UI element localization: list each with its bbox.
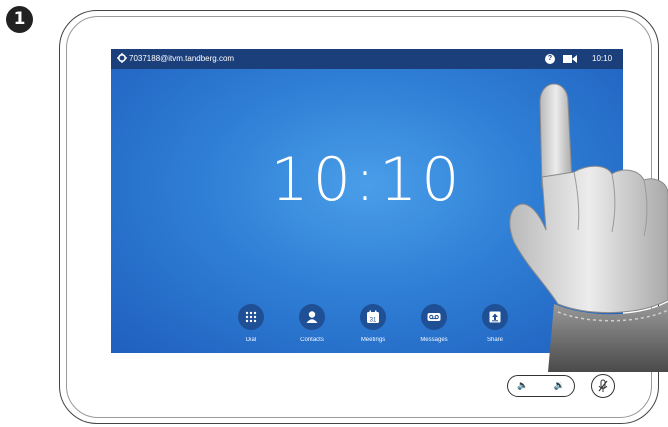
dock-label: Dial bbox=[245, 337, 257, 343]
status-bar: 7037188@itvm.tandberg.com ? 10:10 bbox=[111, 49, 623, 69]
gear-icon[interactable] bbox=[117, 53, 127, 63]
volume-control[interactable]: 🔈 🔉 bbox=[507, 375, 575, 397]
dock-label: Contacts bbox=[300, 337, 324, 343]
dock-label: Meetings bbox=[360, 337, 386, 343]
dock-item-messages[interactable]: Messages bbox=[404, 304, 464, 343]
voicemail-icon bbox=[427, 313, 441, 321]
step-number-badge: 1 bbox=[6, 6, 33, 33]
status-time: 10:10 bbox=[592, 54, 613, 63]
help-icon[interactable]: ? bbox=[545, 54, 555, 64]
dock-label: Messages bbox=[420, 337, 448, 343]
svg-text:31: 31 bbox=[370, 317, 377, 323]
microphone-mute-button[interactable] bbox=[591, 374, 615, 398]
volume-up-icon[interactable]: 🔉 bbox=[554, 380, 565, 391]
system-address[interactable]: 7037188@itvm.tandberg.com bbox=[129, 54, 234, 63]
dock-item-contacts[interactable]: Contacts bbox=[282, 304, 342, 343]
dock-item-meetings[interactable]: 31 Meetings bbox=[343, 304, 403, 343]
volume-down-icon[interactable]: 🔈 bbox=[517, 380, 528, 391]
calendar-icon: 31 bbox=[367, 310, 379, 323]
pointing-hand-illustration bbox=[509, 83, 668, 372]
home-dock: Dial Contacts 31 Meetings Messages Share bbox=[221, 304, 521, 349]
muted-microphone-icon bbox=[598, 379, 608, 392]
person-icon bbox=[306, 311, 318, 323]
dock-item-dial[interactable]: Dial bbox=[221, 304, 281, 343]
selfview-camera-icon[interactable] bbox=[563, 54, 577, 64]
dial-pad-icon bbox=[245, 311, 257, 323]
